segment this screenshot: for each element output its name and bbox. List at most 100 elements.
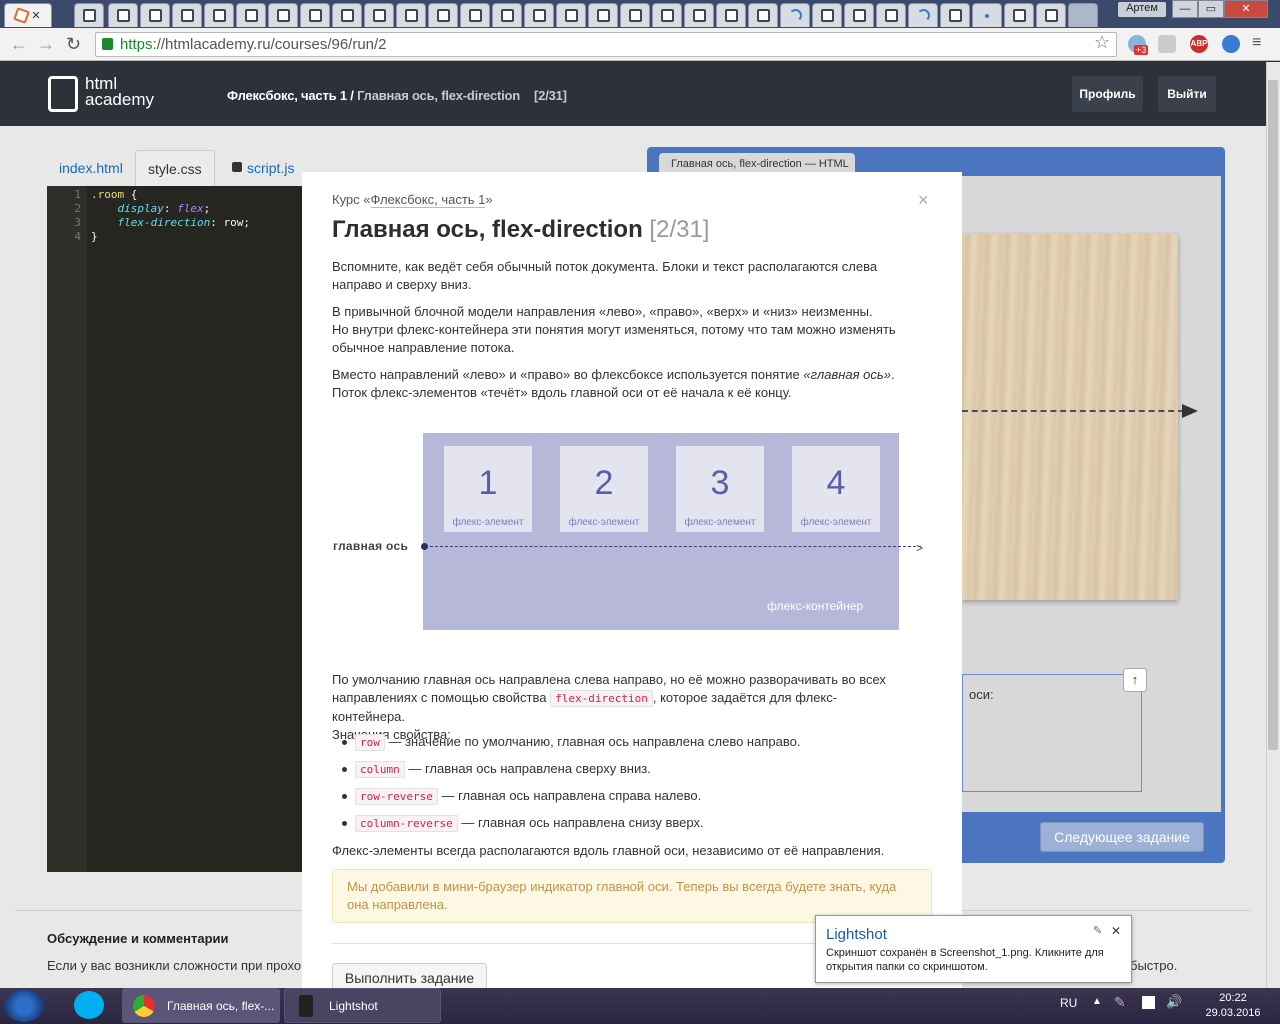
taskbar-lightshot-button[interactable]: Lightshot (284, 988, 441, 1023)
paragraph: Флекс-элементы всегда располагаются вдол… (332, 843, 885, 858)
logout-button[interactable]: Выйти (1158, 76, 1216, 112)
browser-tab[interactable] (620, 3, 650, 27)
url-input[interactable]: https://htmlacademy.ru/courses/96/run/2 (95, 32, 1117, 57)
shield-icon (148, 9, 162, 22)
language-indicator[interactable]: RU (1060, 996, 1077, 1010)
next-task-button[interactable]: Следующее задание (1040, 822, 1204, 852)
volume-icon[interactable]: 🔊 (1166, 994, 1182, 1010)
browser-tab[interactable] (652, 3, 682, 27)
shield-icon (372, 9, 386, 22)
shield-extension-icon[interactable] (1158, 35, 1176, 53)
clock[interactable]: 20:22 29.03.2016 (1200, 991, 1266, 1021)
browser-tab[interactable] (300, 3, 330, 27)
logo-icon[interactable] (48, 76, 78, 112)
lightshot-tray-icon[interactable]: ✎ (1114, 994, 1126, 1011)
collapse-arrow-up-icon[interactable]: ↑ (1123, 668, 1147, 692)
chrome-icon (133, 995, 155, 1017)
browser-tab[interactable] (684, 3, 714, 27)
browser-tab[interactable] (844, 3, 874, 27)
list-item: row — значение по умолчанию, главная ось… (342, 734, 800, 751)
browser-tab[interactable] (108, 3, 138, 27)
user-profile-label[interactable]: Артем (1118, 2, 1166, 17)
close-tab-icon[interactable]: ✕ (31, 9, 40, 22)
axis-start-dot-icon (421, 543, 428, 550)
back-icon[interactable]: ← (10, 34, 28, 55)
browser-tab[interactable] (556, 3, 586, 27)
browser-tab[interactable] (1004, 3, 1034, 27)
tab-style-css[interactable]: style.css (135, 150, 215, 186)
browser-tab[interactable] (204, 3, 234, 27)
shield-icon (308, 9, 322, 22)
new-tab-button[interactable] (1068, 3, 1098, 27)
shield-icon (596, 9, 610, 22)
tray-expand-icon[interactable]: ▲ (1092, 996, 1102, 1007)
browser-tab[interactable] (716, 3, 746, 27)
flag-icon[interactable] (1142, 996, 1155, 1009)
forward-icon[interactable]: → (37, 34, 55, 55)
browser-tab[interactable] (460, 3, 490, 27)
browser-tab[interactable] (588, 3, 618, 27)
minimize-button[interactable]: — (1172, 0, 1198, 18)
logo-text[interactable]: html academy (85, 75, 154, 108)
browser-tab[interactable] (74, 3, 104, 27)
tab-index-html[interactable]: index.html (47, 150, 135, 186)
close-icon[interactable]: × (918, 190, 929, 211)
browser-tab[interactable] (172, 3, 202, 27)
breadcrumb-course[interactable]: Флексбокс, часть 1 (227, 88, 347, 103)
browser-tab[interactable] (1036, 3, 1066, 27)
close-icon[interactable]: ✕ (1111, 924, 1121, 938)
browser-tab[interactable] (428, 3, 458, 27)
course-link[interactable]: Флексбокс, часть 1 (370, 192, 486, 208)
browser-tab[interactable] (876, 3, 906, 27)
lightshot-icon (299, 995, 313, 1017)
close-window-button[interactable]: ✕ (1224, 0, 1268, 18)
browser-tab[interactable] (236, 3, 266, 27)
scrollbar-thumb[interactable] (1268, 80, 1278, 750)
paragraph: Вместо направлений «лево» и «право» во ф… (332, 367, 895, 400)
tab-script-js[interactable]: script.js (230, 150, 306, 186)
browser-tab[interactable] (972, 3, 1002, 27)
adblock-icon[interactable]: ABP (1190, 35, 1208, 53)
menu-icon[interactable]: ≡ (1252, 34, 1261, 52)
browser-tab[interactable] (396, 3, 426, 27)
browser-tab[interactable] (268, 3, 298, 27)
browser-tab[interactable] (524, 3, 554, 27)
browser-tab-loading[interactable] (908, 3, 938, 27)
lightshot-message[interactable]: Скриншот сохранён в Screenshot_1.png. Кл… (826, 946, 1126, 974)
browser-tab[interactable] (492, 3, 522, 27)
bookmark-star-icon[interactable]: ☆ (1094, 32, 1110, 53)
profile-button[interactable]: Профиль (1072, 76, 1143, 112)
browser-tab-strip: ✕ Артем — ▭ ✕ (0, 0, 1280, 28)
flex-item: 1 флекс-элемент (444, 446, 532, 532)
code-editor[interactable]: 1 2 3 4 .room { display: flex; flex-dire… (47, 186, 302, 872)
browser-tab[interactable] (364, 3, 394, 27)
browser-tab-active[interactable]: ✕ (4, 3, 52, 27)
wrench-icon[interactable]: ✎ (1093, 924, 1102, 937)
shield-icon (436, 9, 450, 22)
axis-arrow-icon: > (916, 541, 924, 555)
line-numbers: 1 2 3 4 (47, 186, 87, 872)
browser-tab[interactable] (940, 3, 970, 27)
skype-icon[interactable] (74, 991, 104, 1019)
code-content[interactable]: .room { display: flex; flex-direction: r… (91, 188, 250, 244)
discussion-text: Если у вас возникли сложности при прохо (47, 958, 302, 973)
reload-icon[interactable]: ↻ (66, 34, 81, 55)
browser-tab[interactable] (812, 3, 842, 27)
list-item: row-reverse — главная ось направлена спр… (342, 788, 701, 805)
paragraph: Вспомните, как ведёт себя обычный поток … (332, 259, 878, 292)
browser-tab[interactable] (748, 3, 778, 27)
shield-icon (276, 9, 290, 22)
browser-tab-loading[interactable] (780, 3, 810, 27)
shield-icon (244, 9, 258, 22)
globe-icon[interactable] (1222, 35, 1240, 53)
taskbar-chrome-button[interactable]: Главная ось, flex-... (122, 988, 280, 1023)
browser-tab[interactable] (140, 3, 170, 27)
shield-icon (692, 9, 706, 22)
browser-tab[interactable] (332, 3, 362, 27)
shield-icon (564, 9, 578, 22)
maximize-button[interactable]: ▭ (1198, 0, 1224, 18)
start-button-icon[interactable] (4, 990, 44, 1022)
dot-icon (985, 13, 989, 18)
shield-icon (1044, 9, 1058, 22)
breadcrumb: Флексбокс, часть 1 / Главная ось, flex-d… (227, 88, 567, 103)
